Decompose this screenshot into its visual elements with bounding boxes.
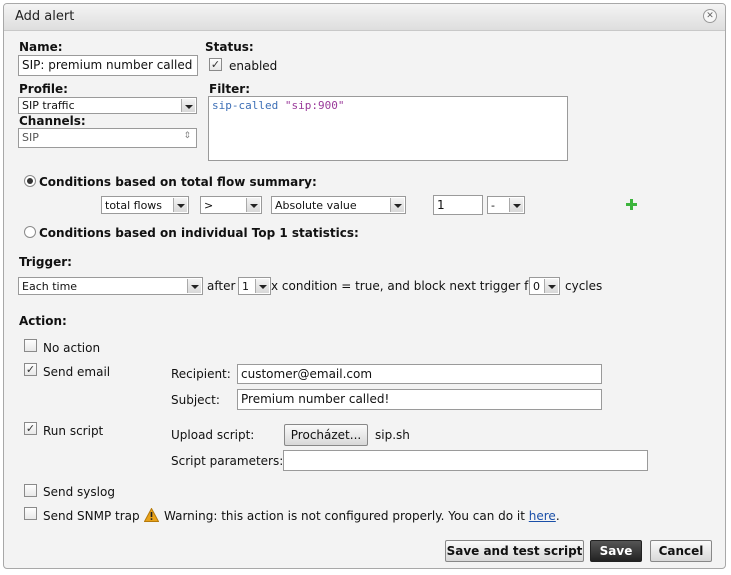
snmp-warning-text: Warning: this action is not configured p… <box>164 509 525 523</box>
no-action-checkbox[interactable] <box>24 339 37 352</box>
close-icon[interactable]: ✕ <box>703 9 717 23</box>
threshold-input[interactable]: 1 <box>433 195 483 215</box>
chevron-down-icon <box>187 279 201 293</box>
status-enabled-checkbox[interactable]: ✓ <box>209 58 222 71</box>
chevron-down-icon <box>509 198 523 212</box>
send-syslog-checkbox[interactable] <box>24 484 37 497</box>
spinner-icon: ⇕ <box>183 131 191 141</box>
trigger-count-value: 1 <box>242 280 249 293</box>
chevron-down-icon <box>181 99 195 112</box>
status-enabled-label: enabled <box>229 59 278 73</box>
trigger-cycles-text: cycles <box>565 279 603 293</box>
mode-select-value: Absolute value <box>275 199 357 212</box>
channels-select-value: SIP <box>22 131 39 144</box>
trigger-condition-text: x condition = true, and block next trigg… <box>271 279 541 293</box>
trigger-count-select[interactable]: 1 <box>238 277 271 295</box>
trigger-after-text: after <box>207 279 236 293</box>
run-script-label: Run script <box>43 424 104 438</box>
status-label: Status: <box>205 40 254 54</box>
no-action-label: No action <box>43 341 101 355</box>
conditions-summary-radio[interactable] <box>24 175 36 187</box>
add-alert-dialog: Add alert ✕ Name: SIP: premium number ca… <box>3 3 726 569</box>
upload-script-label: Upload script: <box>171 428 255 442</box>
trigger-mode-value: Each time <box>22 280 78 293</box>
metric-select-value: total flows <box>105 199 163 212</box>
unit-select[interactable]: - <box>487 196 525 214</box>
save-button[interactable]: Save <box>590 540 642 562</box>
script-params-label: Script parameters: <box>171 454 284 468</box>
script-params-input[interactable] <box>283 450 648 471</box>
profile-select[interactable]: SIP traffic <box>18 97 197 114</box>
name-label: Name: <box>19 40 63 54</box>
conditions-top1-radio[interactable] <box>24 226 36 238</box>
filter-string: "sip:900" <box>284 99 345 112</box>
trigger-label: Trigger: <box>19 255 72 269</box>
chevron-down-icon <box>390 198 404 212</box>
chevron-down-icon <box>173 198 187 212</box>
channels-select[interactable]: SIP ⇕ <box>18 128 197 148</box>
operator-select-value: > <box>204 199 214 212</box>
send-email-checkbox[interactable]: ✓ <box>24 363 37 376</box>
profile-label: Profile: <box>19 82 68 96</box>
chevron-down-icon <box>255 279 269 293</box>
subject-input[interactable]: Premium number called! <box>237 389 602 410</box>
script-file-name: sip.sh <box>375 428 410 442</box>
send-email-label: Send email <box>43 365 111 379</box>
filter-label: Filter: <box>209 82 251 96</box>
action-label: Action: <box>19 314 67 328</box>
trigger-block-select[interactable]: 0 <box>529 277 560 295</box>
conditions-summary-label: Conditions based on total flow summary: <box>39 175 317 189</box>
conditions-top1-label: Conditions based on individual Top 1 sta… <box>39 226 359 240</box>
snmp-warning-link[interactable]: here <box>529 509 556 523</box>
filter-keyword: sip-called <box>212 99 285 112</box>
snmp-warning-end: . <box>555 509 560 523</box>
chevron-down-icon <box>246 198 260 212</box>
name-input[interactable]: SIP: premium number called <box>18 55 198 76</box>
chevron-down-icon <box>544 279 558 293</box>
recipient-input[interactable]: customer@email.com <box>237 364 602 384</box>
send-snmp-label: Send SNMP trap <box>43 509 140 523</box>
recipient-label: Recipient: <box>171 367 231 381</box>
operator-select[interactable]: > <box>200 196 262 214</box>
dialog-titlebar: Add alert ✕ <box>4 4 725 31</box>
metric-select[interactable]: total flows <box>101 196 189 214</box>
trigger-mode-select[interactable]: Each time <box>18 277 203 295</box>
send-snmp-checkbox[interactable] <box>24 507 37 520</box>
unit-select-value: - <box>491 199 495 212</box>
dialog-title: Add alert <box>15 9 75 24</box>
save-and-test-button[interactable]: Save and test script <box>445 540 584 562</box>
channels-label: Channels: <box>19 114 86 128</box>
send-syslog-label: Send syslog <box>43 485 115 499</box>
cancel-button[interactable]: Cancel <box>650 540 712 562</box>
run-script-checkbox[interactable]: ✓ <box>24 422 37 435</box>
trigger-block-value: 0 <box>533 280 540 293</box>
warning-icon <box>144 508 159 522</box>
subject-label: Subject: <box>171 393 220 407</box>
browse-button[interactable]: Procházet... <box>284 424 368 446</box>
mode-select[interactable]: Absolute value <box>271 196 406 214</box>
add-condition-icon[interactable] <box>626 199 637 210</box>
snmp-warning: Warning: this action is not configured p… <box>164 509 560 523</box>
profile-select-value: SIP traffic <box>22 99 75 112</box>
filter-textarea[interactable]: sip-called "sip:900" <box>208 96 568 161</box>
